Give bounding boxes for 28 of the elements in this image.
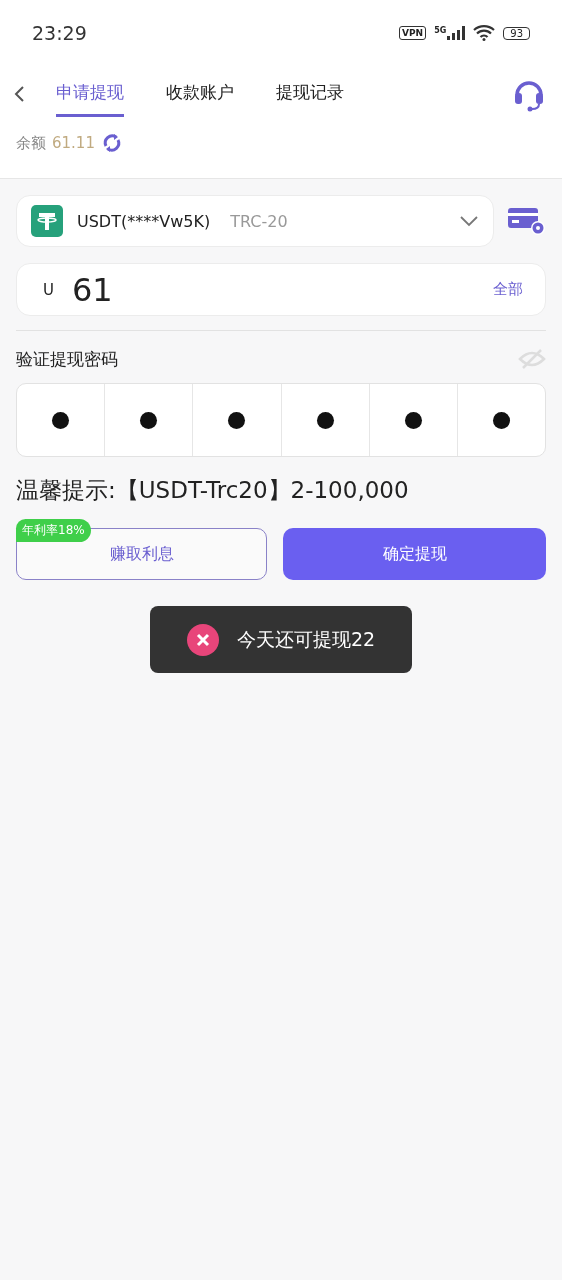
tip-text: 温馨提示:【USDT-Trc20】2-100,000: [16, 476, 410, 505]
nav-tab[interactable]: 收款账户: [166, 71, 234, 117]
caret-icon: [459, 215, 479, 227]
balance-amount: 61.11: [52, 134, 95, 152]
password-label: 验证提现密码: [16, 347, 118, 371]
error-icon: [186, 623, 219, 656]
toast-message: 今天还可提现22: [236, 626, 376, 652]
amount-value: 61: [72, 270, 114, 309]
confirm-button[interactable]: 确定提现: [283, 528, 546, 580]
currency-symbol: U: [43, 280, 54, 299]
signal-icon: [447, 26, 466, 40]
nav-tab[interactable]: 提现记录: [276, 71, 344, 117]
balance-label: 余额: [16, 133, 46, 153]
password-field[interactable]: [16, 383, 546, 457]
all-button[interactable]: 全部: [487, 279, 529, 300]
wifi-icon: [473, 25, 496, 41]
card-settings-icon[interactable]: [508, 206, 546, 236]
tether-icon: [31, 205, 63, 237]
account-selector[interactable]: USDT(****Vw5K) TRC-20: [16, 195, 494, 247]
battery-indicator: 93: [503, 26, 530, 40]
nav-tab[interactable]: 申请提现: [56, 71, 124, 117]
network-type: 5G: [434, 26, 447, 35]
amount-field[interactable]: U 61 全部: [16, 263, 546, 316]
vpn-indicator: VPN: [399, 26, 427, 40]
account-name: USDT(****Vw5K): [77, 211, 211, 231]
status-time: 23:29: [32, 22, 87, 44]
account-network: TRC-20: [230, 211, 288, 231]
rate-badge: 年利率18%: [16, 519, 91, 542]
